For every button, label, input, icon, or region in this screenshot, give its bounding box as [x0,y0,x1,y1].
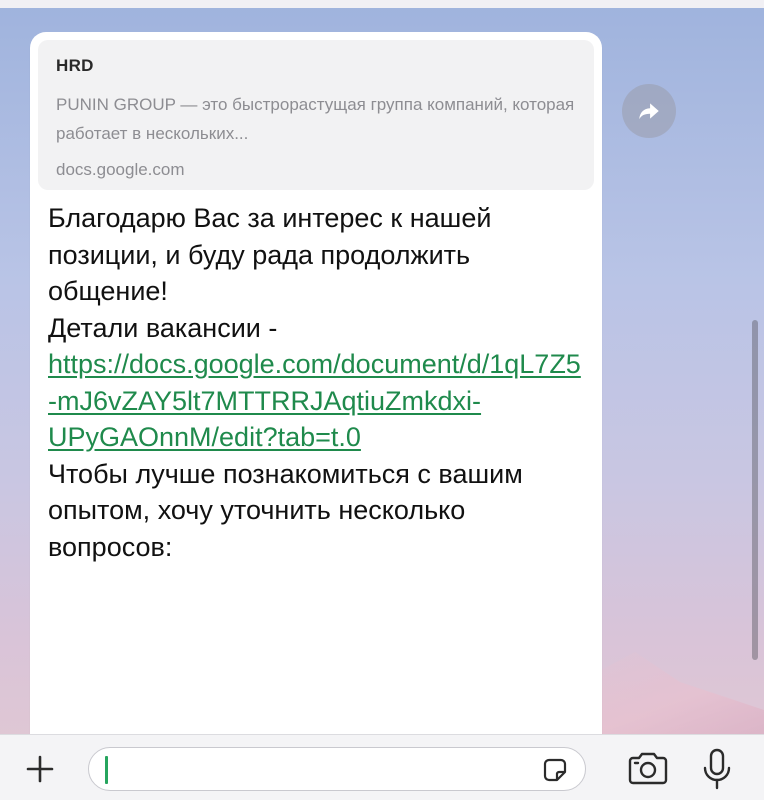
attach-button[interactable] [20,749,60,789]
forward-icon [639,103,659,120]
microphone-button[interactable] [700,747,734,791]
text-caret [105,756,108,784]
message-outro: Чтобы лучше познакомиться с вашим опытом… [48,458,523,562]
sticker-icon [543,758,567,782]
plus-icon [26,755,54,783]
chat-screen: HRD PUNIN GROUP — это быстрорастущая гру… [0,0,764,800]
message-text: Благодарю Вас за интерес к нашей позиции… [48,200,588,565]
sticker-button[interactable] [539,754,571,786]
forward-button[interactable] [622,84,676,138]
message-intro: Благодарю Вас за интерес к нашей позиции… [48,203,492,306]
link-preview-description: PUNIN GROUP — это быстрорастущая группа … [56,95,575,143]
message-input[interactable] [88,747,586,791]
camera-button[interactable] [626,751,670,787]
scrollbar[interactable] [752,320,758,660]
link-preview-domain: docs.google.com [56,160,185,179]
top-edge [0,0,764,8]
composer-bar [0,734,764,800]
message-bubble[interactable]: HRD PUNIN GROUP — это быстрорастущая гру… [30,32,602,752]
message-details-prefix: Детали вакансии - [48,312,278,343]
link-preview-card[interactable]: HRD PUNIN GROUP — это быстрорастущая гру… [38,40,594,190]
link-preview-title: HRD [56,56,94,75]
camera-icon [628,752,668,785]
vacancy-link[interactable]: https://docs.google.com/document/d/1qL7Z… [48,349,581,452]
microphone-icon [703,748,731,790]
